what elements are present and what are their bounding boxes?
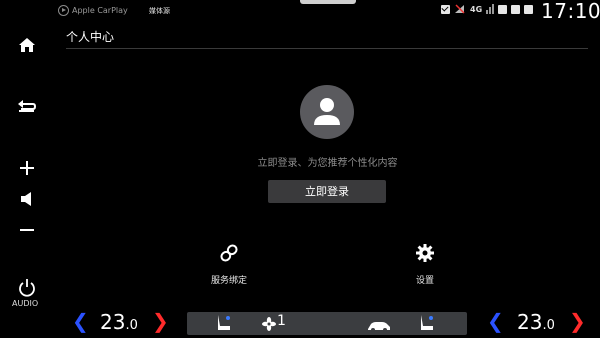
link-icon [220, 244, 238, 262]
car-recirculation-icon [368, 322, 390, 332]
left-temperature: 23.0 [100, 310, 138, 334]
back-button[interactable] [16, 98, 38, 114]
media-source-tab[interactable]: 媒体源 [149, 6, 170, 16]
minus-icon [20, 229, 34, 231]
service-binding-button[interactable]: 服务绑定 [199, 243, 259, 286]
back-icon [18, 100, 37, 112]
right-temp-decimal: .0 [542, 318, 555, 333]
login-button[interactable]: 立即登录 [268, 180, 386, 203]
message-icon [441, 4, 450, 14]
carplay-label: Apple CarPlay [72, 6, 128, 15]
passenger-seat-heat-button[interactable] [418, 314, 436, 336]
seat-heat-icon [421, 315, 433, 330]
left-temp-increase-button[interactable]: ❯ [152, 309, 169, 333]
left-temp-decrease-button[interactable]: ❮ [72, 309, 89, 333]
audio-power-button[interactable] [16, 277, 38, 299]
volume-down-button[interactable] [16, 222, 38, 238]
volume-indicator [16, 191, 38, 207]
right-temperature: 23.0 [517, 310, 555, 334]
air-recirculation-button[interactable] [366, 317, 392, 336]
play-icon [58, 5, 69, 16]
carplay-source-tab[interactable]: Apple CarPlay [58, 5, 128, 16]
right-temp-decrease-button[interactable]: ❮ [487, 309, 504, 333]
no-signal-icon [455, 4, 465, 14]
left-temp-value: 23 [100, 310, 126, 334]
camera-icon [498, 4, 508, 14]
settings-button[interactable]: 设置 [395, 243, 455, 286]
fan-button[interactable] [262, 316, 276, 335]
gear-icon [416, 244, 434, 262]
status-icons: 4G [441, 4, 534, 14]
speaker-icon [21, 192, 31, 206]
left-temp-decimal: .0 [125, 318, 138, 333]
home-button[interactable] [16, 36, 38, 54]
settings-label: 设置 [415, 276, 434, 286]
volume-up-button[interactable] [16, 159, 38, 177]
share-icon [524, 4, 534, 14]
download-icon [511, 4, 521, 14]
network-type: 4G [470, 4, 483, 14]
power-icon [19, 279, 35, 297]
audio-label: AUDIO [12, 299, 39, 308]
driver-seat-heat-button[interactable] [215, 314, 233, 336]
right-temp-increase-button[interactable]: ❯ [569, 309, 586, 333]
title-divider [66, 48, 588, 49]
clock: 17:10 [541, 0, 600, 23]
avatar[interactable] [300, 85, 354, 139]
plus-icon [20, 161, 34, 175]
home-icon [19, 38, 35, 52]
page-title: 个人中心 [66, 30, 115, 44]
pull-down-handle[interactable] [300, 0, 356, 4]
right-temp-value: 23 [517, 310, 543, 334]
service-binding-label: 服务绑定 [210, 276, 247, 286]
login-prompt: 立即登录、为您推荐个性化内容 [257, 158, 398, 169]
fan-level: 1 [277, 313, 286, 329]
seat-heat-icon [218, 315, 230, 330]
user-icon [314, 98, 340, 125]
signal-bars-icon [486, 4, 495, 14]
fan-icon [262, 317, 276, 331]
